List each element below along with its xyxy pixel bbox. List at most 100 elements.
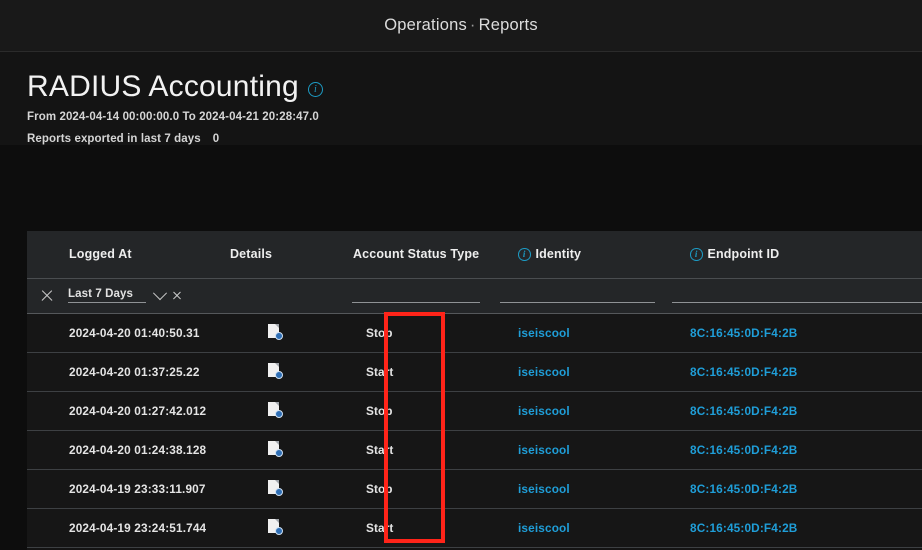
details-report-icon[interactable] [268,323,283,340]
account-status-type-value: Stop [366,403,393,418]
cell-details[interactable] [225,469,340,509]
table-head: Logged At Details Account Status Type i [27,231,922,314]
column-header-endpoint-id[interactable]: i Endpoint ID [667,231,922,279]
cell-account-status-type: Stop [340,391,492,431]
logged-at-value: 2024-04-20 01:37:25.22 [69,364,200,379]
identity-link[interactable]: iseiscool [492,365,667,379]
cell-endpoint-id: 8C:16:45:0D:F4:2B [667,391,922,431]
cell-details[interactable] [225,313,340,353]
filter-cell-details [225,278,340,314]
cell-account-status-type: Start [340,430,492,470]
cell-details[interactable] [225,430,340,470]
logged-at-value: 2024-04-20 01:24:38.128 [69,442,207,457]
table-body: 2024-04-20 01:40:50.31 Stop iseiscool 8C:16… [27,313,922,548]
table-row[interactable]: 2024-04-19 23:33:11.907 Stop iseiscool 8C:1… [27,469,922,509]
logged-at-value: 2024-04-20 01:27:42.012 [69,403,207,418]
table-header-row: Logged At Details Account Status Type i [27,231,922,279]
identity-link[interactable]: iseiscool [492,326,667,340]
column-header-label: Identity [535,247,582,262]
info-icon[interactable]: i [518,248,531,261]
page-title-row: RADIUS Accounting i [27,70,922,103]
account-status-type-value: Stop [366,481,393,496]
filter-cell-endpoint-id[interactable] [667,278,922,314]
column-header-identity[interactable]: i Identity [492,231,667,279]
details-report-icon[interactable] [268,479,283,496]
identity-link[interactable]: iseiscool [492,482,667,496]
cell-endpoint-id: 8C:16:45:0D:F4:2B [667,352,922,392]
column-header-details[interactable]: Details [225,231,340,279]
logged-at-value: 2024-04-19 23:24:51.744 [69,520,207,535]
info-icon[interactable]: i [307,82,323,97]
breadcrumb-separator: · [469,16,476,34]
cell-endpoint-id: 8C:16:45:0D:F4:2B [667,430,922,470]
logged-at-filter-select[interactable]: Last 7 Days [68,285,182,303]
identity-link[interactable]: iseiscool [492,521,667,535]
cell-identity: iseiscool [492,352,667,392]
table-row[interactable]: 2024-04-20 01:40:50.31 Stop iseiscool 8C:16… [27,313,922,353]
table-row[interactable]: 2024-04-20 01:27:42.012 Stop iseiscool 8C:1… [27,391,922,431]
endpoint-id-link[interactable]: 8C:16:45:0D:F4:2B [667,326,922,340]
account-status-type-filter-input[interactable] [352,301,480,303]
details-report-icon[interactable] [268,440,283,457]
filter-cell-account-status-type[interactable] [340,278,492,314]
close-icon[interactable] [172,291,182,301]
top-navigation-bar: Operations · Reports [0,0,922,52]
cell-logged-at: 2024-04-20 01:37:25.22 [27,352,225,392]
endpoint-id-link[interactable]: 8C:16:45:0D:F4:2B [667,365,922,379]
cell-logged-at: 2024-04-20 01:27:42.012 [27,391,225,431]
radius-accounting-table: Logged At Details Account Status Type i [27,231,922,548]
details-report-icon[interactable] [268,401,283,418]
cell-logged-at: 2024-04-20 01:40:50.31 [27,313,225,353]
endpoint-id-filter-input[interactable] [672,301,922,303]
logged-at-filter-value[interactable]: Last 7 Days [68,288,146,303]
endpoint-id-link[interactable]: 8C:16:45:0D:F4:2B [667,521,922,535]
table-row[interactable]: 2024-04-19 23:24:51.744 Start iseiscool 8C:… [27,508,922,548]
filter-cell-identity[interactable] [492,278,667,314]
cell-endpoint-id: 8C:16:45:0D:F4:2B [667,313,922,353]
reports-exported-summary: Reports exported in last 7 days 0 [27,133,922,145]
identity-link[interactable]: iseiscool [492,404,667,418]
info-icon[interactable]: i [690,248,703,261]
breadcrumb: Operations · Reports [384,16,538,35]
cell-account-status-type: Start [340,352,492,392]
cell-identity: iseiscool [492,430,667,470]
reports-table-container: Logged At Details Account Status Type i [27,231,922,550]
cell-identity: iseiscool [492,508,667,548]
table-row[interactable]: 2024-04-20 01:37:25.22 Start iseiscool 8C:1… [27,352,922,392]
breadcrumb-item-reports[interactable]: Reports [479,16,538,34]
cell-details[interactable] [225,391,340,431]
logged-at-value: 2024-04-20 01:40:50.31 [69,325,200,340]
chevron-down-icon[interactable] [152,285,168,300]
cell-account-status-type: Stop [340,469,492,509]
column-header-account-status-type[interactable]: Account Status Type [340,231,492,279]
cell-details[interactable] [225,508,340,548]
column-header-logged-at[interactable]: Logged At [27,231,225,279]
account-status-type-value: Start [366,520,394,535]
identity-filter-input[interactable] [500,301,655,303]
cell-account-status-type: Start [340,508,492,548]
cell-identity: iseiscool [492,391,667,431]
details-report-icon[interactable] [268,518,283,535]
column-header-label: Account Status Type [353,247,480,262]
endpoint-id-link[interactable]: 8C:16:45:0D:F4:2B [667,404,922,418]
endpoint-id-link[interactable]: 8C:16:45:0D:F4:2B [667,443,922,457]
reports-exported-count: 0 [212,133,220,145]
column-header-label: Details [230,247,273,262]
cell-identity: iseiscool [492,313,667,353]
identity-link[interactable]: iseiscool [492,443,667,457]
details-report-icon[interactable] [268,362,283,379]
cell-details[interactable] [225,352,340,392]
cell-endpoint-id: 8C:16:45:0D:F4:2B [667,508,922,548]
logged-at-value: 2024-04-19 23:33:11.907 [69,481,206,496]
endpoint-id-link[interactable]: 8C:16:45:0D:F4:2B [667,482,922,496]
table-row[interactable]: 2024-04-20 01:24:38.128 Start iseiscool 8C:… [27,430,922,470]
column-header-label: Endpoint ID [707,247,780,262]
table-filter-row: Last 7 Days [27,278,922,314]
clear-all-filters-icon[interactable] [40,289,54,303]
cell-logged-at: 2024-04-19 23:24:51.744 [27,508,225,548]
breadcrumb-item-operations[interactable]: Operations [384,16,467,34]
report-date-range: From 2024-04-14 00:00:00.0 To 2024-04-21… [27,111,319,123]
cell-logged-at: 2024-04-20 01:24:38.128 [27,430,225,470]
page-title: RADIUS Accounting [27,70,299,103]
cell-identity: iseiscool [492,469,667,509]
